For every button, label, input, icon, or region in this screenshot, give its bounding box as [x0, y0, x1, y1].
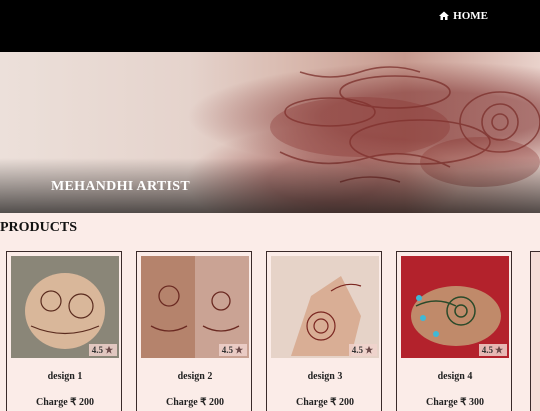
product-image[interactable]: 4.5	[401, 256, 509, 358]
rating-badge: 4.5	[348, 344, 377, 356]
product-image[interactable]: 4.5	[271, 256, 379, 358]
home-label: HOME	[453, 10, 488, 22]
product-card[interactable]: 4.5 design 2 Charge ₹ 200	[136, 251, 252, 411]
rating-badge: 4.5	[478, 344, 507, 356]
product-charge: Charge ₹ 200	[165, 397, 225, 408]
star-icon	[494, 345, 504, 354]
hero-banner: MEHANDHI ARTIST	[0, 52, 540, 213]
products-heading: PRODUCTS	[0, 220, 78, 235]
hero-title: MEHANDHI ARTIST	[51, 179, 190, 194]
product-card-partial[interactable]	[530, 251, 540, 411]
home-link[interactable]: HOME	[438, 10, 488, 22]
product-name: design 3	[307, 371, 343, 382]
product-card[interactable]: 4.5 design 1 Charge ₹ 200	[6, 251, 122, 411]
product-card[interactable]: 4.5 design 4 Charge ₹ 300	[396, 251, 512, 411]
star-icon	[234, 345, 244, 354]
star-icon	[104, 345, 114, 354]
star-icon	[364, 345, 374, 354]
product-image[interactable]: 4.5	[141, 256, 249, 358]
product-list: 4.5 design 1 Charge ₹ 200 4.5 design 2 C…	[6, 251, 540, 411]
home-icon	[439, 11, 450, 20]
product-image[interactable]: 4.5	[11, 256, 119, 358]
product-card[interactable]: 4.5 design 3 Charge ₹ 200	[266, 251, 382, 411]
product-charge: Charge ₹ 200	[35, 397, 95, 408]
product-name: design 2	[177, 371, 213, 382]
rating-badge: 4.5	[88, 344, 117, 356]
product-name: design 1	[47, 371, 83, 382]
rating-badge: 4.5	[218, 344, 247, 356]
product-charge: Charge ₹ 200	[295, 397, 355, 408]
product-name: design 4	[437, 371, 473, 382]
product-charge: Charge ₹ 300	[425, 397, 485, 408]
top-navbar: HOME	[0, 0, 540, 52]
